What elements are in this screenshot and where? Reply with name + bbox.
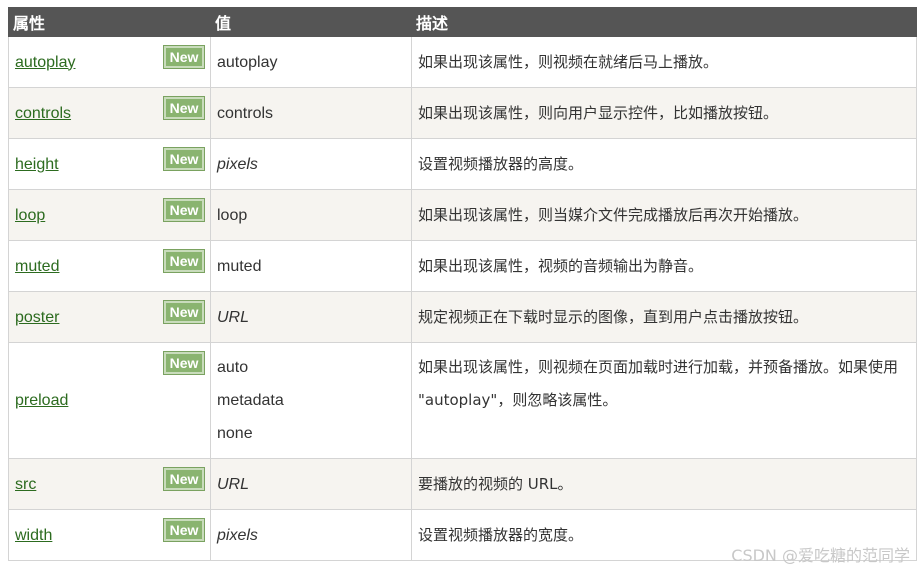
value-cell: auto metadata none [210,342,412,459]
description-text: 设置视频播放器的宽度。 [418,525,584,544]
table-row: src New URL 要播放的视频的 URL。 [8,458,917,510]
attribute-cell: preload New [8,342,211,459]
attribute-link-muted[interactable]: muted [15,258,59,275]
value-text: loop [217,206,248,224]
description-text: 如果出现该属性，则当媒介文件完成播放后再次开始播放。 [418,205,809,224]
header-value: 值 [210,7,412,37]
description-text: 如果出现该属性，则向用户显示控件，比如播放按钮。 [418,103,779,122]
description-text: 规定视频正在下载时显示的图像，直到用户点击播放按钮。 [418,307,809,326]
attribute-cell: height New [8,138,211,190]
header-attribute: 属性 [8,7,211,37]
attribute-link-preload[interactable]: preload [15,392,68,409]
table-row: controls New controls 如果出现该属性，则向用户显示控件，比… [8,87,917,139]
value-text: autoplay [217,53,278,71]
value-text: muted [217,257,262,275]
description-text: 要播放的视频的 URL。 [418,474,573,493]
description-cell: 如果出现该属性，则视频在就绪后马上播放。 [411,36,917,88]
value-list: auto metadata none [217,351,405,450]
attribute-link-autoplay[interactable]: autoplay [15,54,76,71]
value-text: metadata [217,392,284,409]
value-cell: URL [210,458,412,510]
new-badge: New [163,96,205,120]
description-cell: 规定视频正在下载时显示的图像，直到用户点击播放按钮。 [411,291,917,343]
attribute-cell: loop New [8,189,211,241]
new-badge: New [163,300,205,324]
value-cell: autoplay [210,36,412,88]
new-badge: New [163,198,205,222]
new-badge: New [163,249,205,273]
table-row: loop New loop 如果出现该属性，则当媒介文件完成播放后再次开始播放。 [8,189,917,241]
value-cell: muted [210,240,412,292]
description-text: 设置视频播放器的高度。 [418,154,584,173]
value-text: pixels [217,155,258,173]
table-row: autoplay New autoplay 如果出现该属性，则视频在就绪后马上播… [8,36,917,88]
attribute-link-loop[interactable]: loop [15,207,45,224]
watermark: CSDN @爱吃糖的范同学 [731,546,910,565]
attribute-cell: width New [8,509,211,561]
attribute-cell: poster New [8,291,211,343]
value-cell: pixels [210,509,412,561]
video-attributes-table: 属性 值 描述 autoplay New autoplay 如果出现该属性，则视… [8,7,917,561]
table-row: preload New auto metadata none 如果出现该属性，则… [8,342,917,459]
value-cell: URL [210,291,412,343]
description-cell: 如果出现该属性，则向用户显示控件，比如播放按钮。 [411,87,917,139]
description-cell: 如果出现该属性，则当媒介文件完成播放后再次开始播放。 [411,189,917,241]
value-text: none [217,425,253,442]
value-text: pixels [217,526,258,544]
value-cell: controls [210,87,412,139]
new-badge: New [163,351,205,375]
header-description: 描述 [411,7,917,37]
description-text: 如果出现该属性，则视频在页面加载时进行加载，并预备播放。如果使用 "autopl… [418,358,899,409]
value-text: URL [217,308,250,326]
value-text: controls [217,104,274,122]
table-row: muted New muted 如果出现该属性，视频的音频输出为静音。 [8,240,917,292]
attribute-cell: autoplay New [8,36,211,88]
value-text: URL [217,475,250,493]
attribute-link-src[interactable]: src [15,476,36,493]
new-badge: New [163,518,205,542]
attribute-cell: src New [8,458,211,510]
attribute-link-height[interactable]: height [15,156,59,173]
description-text: 如果出现该属性，则视频在就绪后马上播放。 [418,52,719,71]
description-cell: 设置视频播放器的高度。 [411,138,917,190]
value-cell: pixels [210,138,412,190]
attribute-link-controls[interactable]: controls [15,105,71,122]
description-cell: 如果出现该属性，视频的音频输出为静音。 [411,240,917,292]
attribute-link-poster[interactable]: poster [15,309,59,326]
description-cell: 如果出现该属性，则视频在页面加载时进行加载，并预备播放。如果使用 "autopl… [411,342,917,459]
attribute-cell: controls New [8,87,211,139]
new-badge: New [163,147,205,171]
new-badge: New [163,467,205,491]
table-row: poster New URL 规定视频正在下载时显示的图像，直到用户点击播放按钮… [8,291,917,343]
attribute-link-width[interactable]: width [15,527,52,544]
description-text: 如果出现该属性，视频的音频输出为静音。 [418,256,704,275]
description-cell: 要播放的视频的 URL。 [411,458,917,510]
value-text: auto [217,359,249,376]
table-header-row: 属性 值 描述 [8,7,917,37]
value-cell: loop [210,189,412,241]
attribute-cell: muted New [8,240,211,292]
new-badge: New [163,45,205,69]
table-row: height New pixels 设置视频播放器的高度。 [8,138,917,190]
